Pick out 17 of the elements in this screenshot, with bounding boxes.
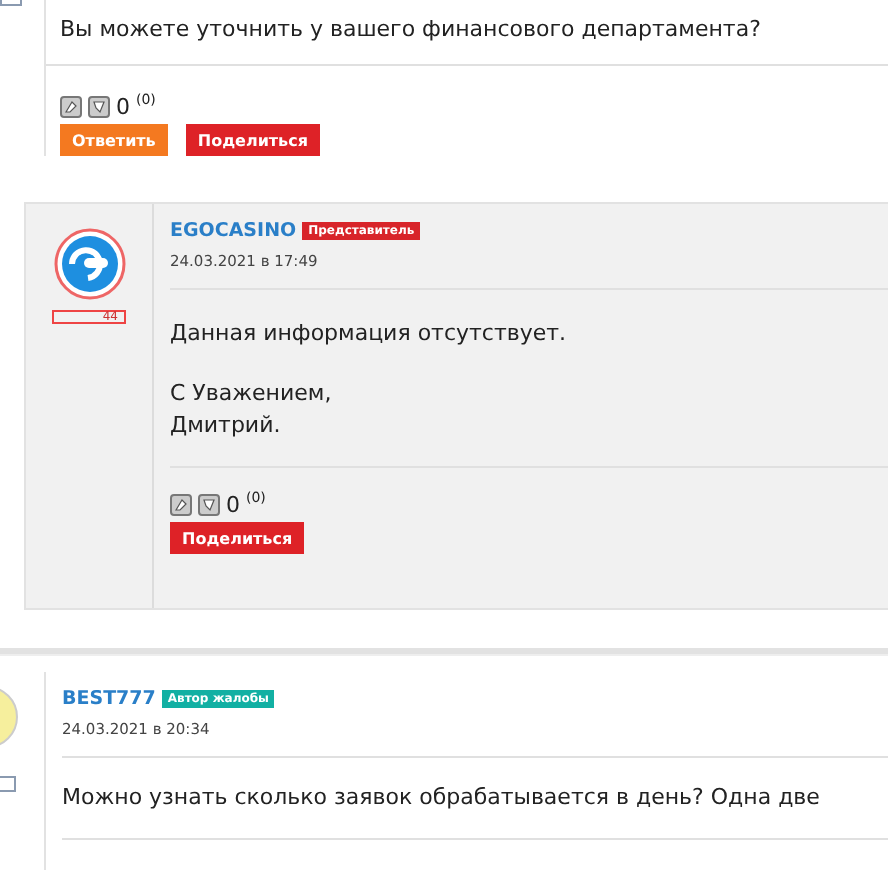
avatar-frame-corner (0, 776, 16, 792)
post-text: Вы можете уточнить у вашего финансового департамента? (60, 14, 763, 46)
author-name[interactable]: EGOCASINO (170, 220, 297, 242)
reply-text: С Уважением, Дмитрий. (170, 378, 334, 442)
vote-count: 0 (226, 492, 240, 518)
vote-count: 0 (116, 94, 130, 120)
share-button[interactable]: Поделиться (170, 522, 305, 554)
thumbs-down-icon[interactable] (88, 96, 110, 118)
thumbs-up-icon[interactable] (60, 96, 82, 118)
reply-button[interactable]: Ответить (60, 124, 168, 156)
reply-text: Данная информация отсутствует. (170, 318, 569, 350)
avatar-logo (53, 228, 125, 300)
share-button[interactable]: Поделиться (185, 124, 320, 156)
post-text: Можно узнать сколько заявок обрабатывается в день? Одна две (62, 782, 822, 814)
thumbs-down-icon[interactable] (198, 494, 220, 516)
author-name[interactable]: BEST777 (62, 688, 156, 710)
thumbs-up-icon[interactable] (170, 494, 192, 516)
